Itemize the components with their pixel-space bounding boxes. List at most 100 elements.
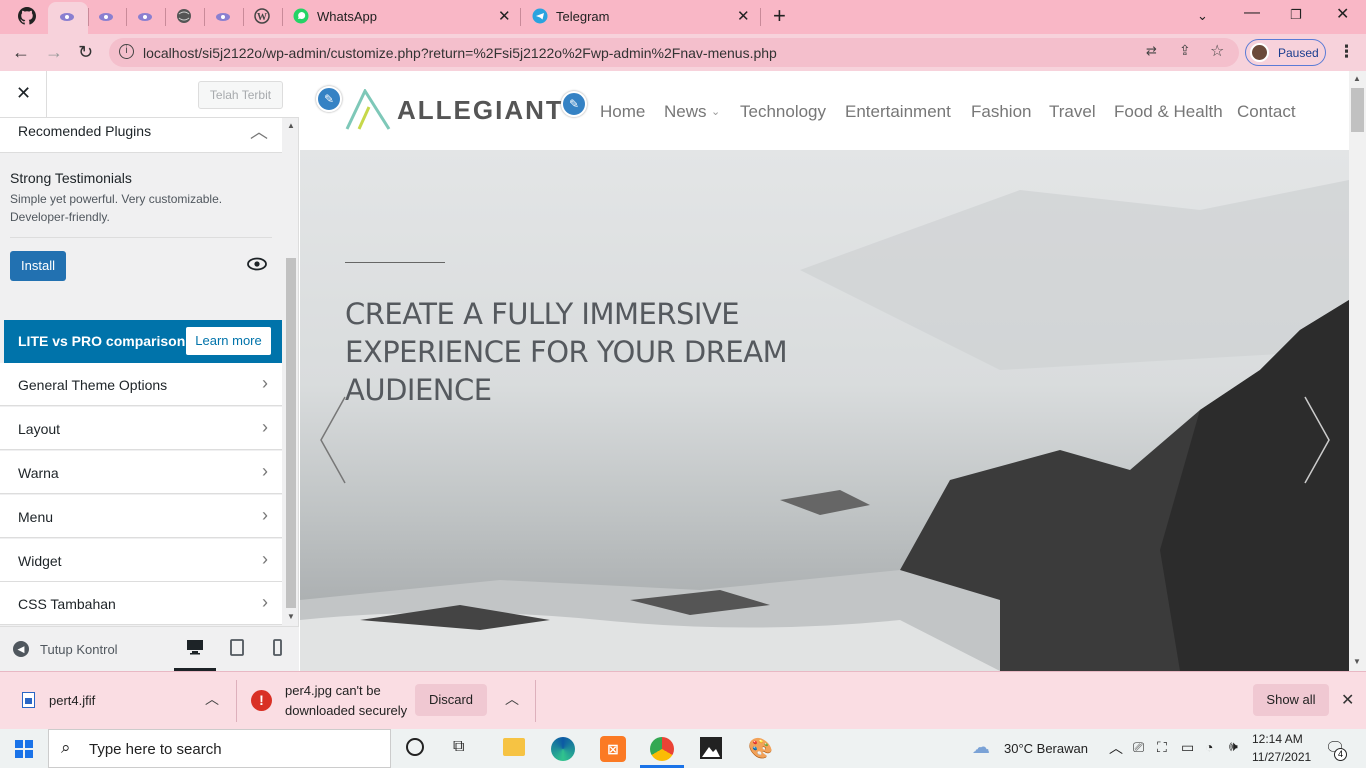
translate-icon[interactable]: ⇄ [1146, 43, 1157, 59]
section-label: General Theme Options [18, 377, 168, 393]
scrollbar-thumb[interactable] [286, 258, 296, 608]
discard-button[interactable]: Discard [415, 684, 487, 716]
section-css-tambahan[interactable]: CSS Tambahan › [0, 582, 282, 625]
close-customizer-icon[interactable]: ✕ [16, 83, 31, 104]
slider-prev-icon[interactable] [318, 395, 348, 485]
section-header-recommended-plugins[interactable]: Recomended Plugins ︿ [0, 118, 282, 153]
tab-whatsapp-label[interactable]: WhatsApp [317, 9, 377, 24]
collapse-icon[interactable]: ◀ [13, 641, 29, 657]
github-icon[interactable] [17, 6, 37, 26]
tablet-preview-icon[interactable] [230, 639, 244, 661]
close-icon[interactable]: ✕ [737, 7, 750, 25]
nav-fashion[interactable]: Fashion [971, 102, 1031, 122]
wordpress-icon[interactable]: W [252, 6, 272, 26]
scrollbar-thumb[interactable] [1351, 88, 1364, 132]
preview-scrollbar[interactable]: ▲ ▼ [1349, 71, 1366, 671]
collapse-label[interactable]: Tutup Kontrol [40, 642, 118, 657]
wordpress-local-icon[interactable] [213, 6, 233, 26]
task-view-icon[interactable]: ⧉ [453, 738, 464, 756]
site-logo[interactable]: ALLEGIANT [397, 95, 564, 126]
close-download-bar-icon[interactable]: ✕ [1341, 690, 1354, 710]
edit-pencil-icon[interactable]: ✎ [561, 91, 587, 117]
hero-background-image [300, 180, 1349, 671]
back-arrow-icon[interactable]: ← [12, 42, 30, 63]
publish-button[interactable]: Telah Terbit [198, 81, 283, 109]
customizer-footer: ◀ Tutup Kontrol [0, 626, 299, 672]
url-text[interactable]: localhost/si5j2122o/wp-admin/customize.p… [143, 45, 777, 61]
nav-technology[interactable]: Technology [740, 102, 826, 122]
nav-travel[interactable]: Travel [1049, 102, 1096, 122]
chevron-up-icon[interactable]: ︿ [250, 118, 268, 144]
hero-slider: CREATE A FULLY IMMERSIVE EXPERIENCE FOR … [300, 150, 1349, 671]
nav-news[interactable]: News [664, 102, 707, 122]
section-title: Recomended Plugins [18, 123, 152, 139]
site-preview: ✎ ALLEGIANT ✎ Home News ⌄ Technology Ent… [300, 71, 1349, 671]
restore-icon[interactable]: ❐ [1290, 7, 1302, 23]
sidebar-scrollbar[interactable]: ▲ ▼ [284, 118, 298, 626]
section-widget[interactable]: Widget › [0, 539, 282, 582]
nav-entertainment[interactable]: Entertainment [845, 102, 951, 122]
edit-pencil-icon[interactable]: ✎ [316, 86, 342, 112]
xampp-icon[interactable]: ⊠ [600, 736, 626, 762]
download-warning-line1: per4.jpg can't be [285, 683, 381, 698]
install-button[interactable]: Install [10, 251, 66, 281]
chevron-up-icon[interactable]: ︿ [205, 689, 219, 709]
cortana-icon[interactable] [406, 738, 424, 756]
globe-icon[interactable] [174, 6, 194, 26]
more-menu-icon[interactable]: ⋮ [1338, 42, 1355, 62]
edge-icon[interactable] [551, 737, 575, 761]
customizer-sidebar: ✕ Telah Terbit ▲ ▼ Recomended Plugins ︿ … [0, 71, 299, 672]
download-filename[interactable]: pert4.jfif [49, 693, 95, 708]
slider-next-icon[interactable] [1302, 395, 1332, 485]
info-icon[interactable]: i [119, 44, 134, 59]
section-layout[interactable]: Layout › [0, 407, 282, 450]
tab-search-chevron-icon[interactable]: ⌄ [1197, 8, 1208, 24]
camera-icon[interactable]: ⎚ [1133, 739, 1144, 756]
taskbar-search-box[interactable]: ⌕ Type here to search [48, 729, 391, 768]
bookmark-star-icon[interactable]: ☆ [1210, 41, 1224, 61]
volume-icon[interactable]: 🕪 [1229, 738, 1238, 755]
file-explorer-icon[interactable] [503, 738, 525, 756]
wordpress-local-icon[interactable] [96, 6, 116, 26]
close-icon[interactable]: ✕ [498, 7, 511, 25]
section-menu[interactable]: Menu › [0, 495, 282, 538]
clock-time[interactable]: 12:14 AM [1252, 732, 1303, 746]
nav-contact[interactable]: Contact [1237, 102, 1296, 122]
tab-telegram-label[interactable]: Telegram [556, 9, 609, 24]
tray-chevron-up-icon[interactable]: ︿ [1109, 738, 1123, 758]
minimize-icon[interactable]: — [1244, 4, 1260, 22]
chrome-icon[interactable] [650, 737, 674, 761]
window-close-icon[interactable]: ✕ [1336, 4, 1349, 24]
mobile-preview-icon[interactable] [273, 639, 282, 661]
clock-date[interactable]: 11/27/2021 [1252, 750, 1311, 764]
forward-arrow-icon[interactable]: → [45, 42, 63, 63]
profile-status: Paused [1278, 46, 1319, 60]
browser-toolbar: ← → ↻ i localhost/si5j2122o/wp-admin/cus… [0, 34, 1366, 71]
profile-button[interactable]: Paused [1245, 39, 1326, 66]
wordpress-local-icon[interactable] [135, 6, 155, 26]
photos-icon[interactable] [700, 737, 722, 759]
new-tab-icon[interactable]: + [773, 3, 786, 29]
weather-text[interactable]: 30°C Berawan [1004, 741, 1088, 756]
reload-icon[interactable]: ↻ [78, 42, 93, 63]
share-icon[interactable]: ⇪ [1179, 42, 1191, 59]
nav-food-health[interactable]: Food & Health [1114, 102, 1223, 122]
wifi-icon[interactable]: ◔ [1205, 739, 1213, 755]
nav-home[interactable]: Home [600, 102, 645, 122]
svg-text:W: W [257, 12, 267, 23]
capture-icon[interactable]: ⛶ [1157, 739, 1167, 756]
section-general-theme-options[interactable]: General Theme Options › [0, 363, 282, 406]
eye-icon[interactable] [247, 257, 267, 276]
learn-more-button[interactable]: Learn more [186, 327, 271, 355]
desktop-preview-icon[interactable] [186, 639, 204, 660]
windows-start-icon[interactable] [15, 740, 33, 763]
notification-count: 4 [1334, 748, 1347, 761]
avatar [1250, 43, 1269, 62]
chevron-up-icon[interactable]: ︿ [505, 689, 519, 709]
chevron-right-icon: › [262, 505, 268, 525]
battery-icon[interactable]: ▭ [1181, 739, 1194, 756]
paint-icon[interactable]: 🎨 [748, 736, 773, 761]
address-bar[interactable]: i localhost/si5j2122o/wp-admin/customize… [109, 38, 1239, 67]
show-all-button[interactable]: Show all [1253, 684, 1329, 716]
section-warna[interactable]: Warna › [0, 451, 282, 494]
